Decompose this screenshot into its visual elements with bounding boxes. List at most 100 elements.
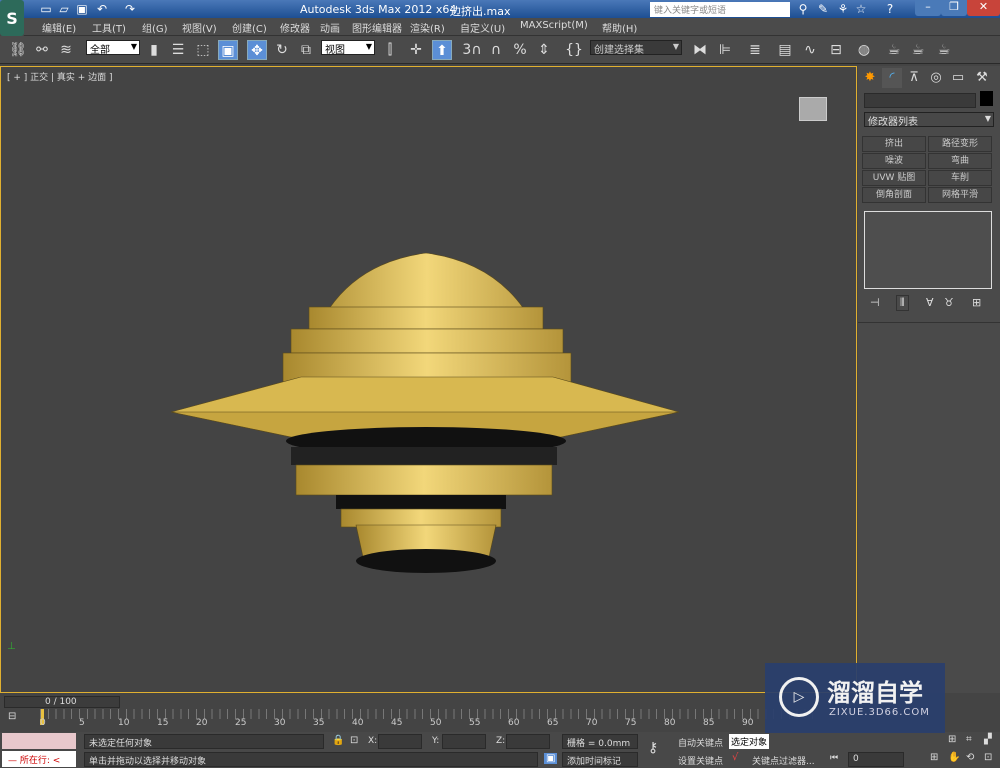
rect-selection-icon[interactable]: ⬚	[193, 40, 213, 60]
rendered-frame-icon[interactable]: ☕	[908, 40, 928, 60]
new-file-icon[interactable]: ▭	[38, 2, 54, 16]
menu-rendering[interactable]: 渲染(R)	[410, 20, 445, 35]
menu-modifiers[interactable]: 修改器	[280, 20, 310, 35]
reference-coord-dropdown[interactable]: 视图	[321, 40, 375, 56]
make-unique-icon[interactable]: ∀	[926, 296, 934, 309]
spinner-snap-icon[interactable]: ⇕	[534, 40, 554, 60]
maximize-button[interactable]: ❐	[941, 0, 967, 16]
modifier-list-dropdown[interactable]: 修改器列表	[864, 112, 994, 128]
remove-modifier-icon[interactable]: ♉	[944, 296, 954, 309]
selection-filter-dropdown[interactable]: 全部	[86, 40, 140, 56]
material-editor-icon[interactable]: ◍	[854, 40, 874, 60]
set-key-icon[interactable]: √	[732, 752, 738, 763]
named-selection-dropdown[interactable]: 创建选择集	[590, 40, 682, 56]
menu-create[interactable]: 创建(C)	[232, 20, 267, 35]
pivot-center-icon[interactable]: ⫿	[380, 40, 400, 60]
menu-animation[interactable]: 动画	[320, 20, 340, 35]
window-crossing-icon[interactable]: ▣	[218, 40, 238, 60]
menu-customize[interactable]: 自定义(U)	[460, 20, 505, 35]
modifier-noise-button[interactable]: 噪波	[862, 153, 926, 169]
object-color-swatch[interactable]	[980, 91, 993, 106]
modifier-bevel-profile-button[interactable]: 倒角剖面	[862, 187, 926, 203]
search-input[interactable]: 键入关键字或短语	[650, 2, 790, 17]
hierarchy-tab-icon[interactable]: ⊼	[904, 68, 924, 88]
modifier-stack[interactable]	[864, 211, 992, 289]
curve-editor-toggle-icon[interactable]: ⊟	[8, 711, 16, 722]
create-tab-icon[interactable]: ✸	[860, 68, 880, 88]
select-object-icon[interactable]: ▮	[144, 40, 164, 60]
modifier-extrude-button[interactable]: 挤出	[862, 136, 926, 152]
time-config-icon[interactable]: ⊞	[930, 752, 938, 763]
render-icon[interactable]: ☕	[934, 40, 954, 60]
menu-maxscript[interactable]: MAXScript(M)	[520, 20, 588, 31]
edit-named-selection-icon[interactable]: {}	[564, 40, 584, 60]
key-filters-button[interactable]: 关键点过滤器...	[752, 754, 815, 767]
percent-snap-icon[interactable]: %	[510, 40, 530, 60]
configure-sets-icon[interactable]: ⊞	[972, 296, 981, 309]
display-tab-icon[interactable]: ▭	[948, 68, 968, 88]
y-coordinate-input[interactable]	[442, 734, 486, 749]
move-icon[interactable]: ✥	[247, 40, 267, 60]
auto-key-button[interactable]: 自动关键点	[678, 736, 723, 749]
wrench-icon[interactable]: ✎	[815, 2, 831, 16]
schematic-view-icon[interactable]: ⊟	[826, 40, 846, 60]
menu-help[interactable]: 帮助(H)	[602, 20, 637, 35]
modifier-uvw-map-button[interactable]: UVW 贴图	[862, 170, 926, 186]
show-end-result-icon[interactable]: ⫴	[896, 295, 909, 311]
orbit-icon[interactable]: ⟲	[966, 752, 974, 763]
graphite-icon[interactable]: ▤	[775, 40, 795, 60]
menu-views[interactable]: 视图(V)	[182, 20, 217, 35]
satellite-icon[interactable]: ⚘	[835, 2, 851, 16]
render-setup-icon[interactable]: ☕	[884, 40, 904, 60]
link-icon[interactable]: ⛓	[8, 40, 28, 60]
layer-manager-icon[interactable]: ≣	[745, 40, 765, 60]
modifier-path-deform-button[interactable]: 路径变形	[928, 136, 992, 152]
modifier-bend-button[interactable]: 弯曲	[928, 153, 992, 169]
modifier-meshsmooth-button[interactable]: 网格平滑	[928, 187, 992, 203]
absolute-mode-icon[interactable]: ⊡	[350, 735, 358, 746]
menu-tools[interactable]: 工具(T)	[92, 20, 126, 35]
key-mode-dropdown[interactable]: 选定对象	[729, 734, 769, 749]
ufo-object[interactable]	[1, 67, 858, 694]
time-tag-icon[interactable]: ▣	[544, 753, 558, 764]
set-key-button[interactable]: 设置关键点	[678, 754, 723, 767]
add-time-tag[interactable]: 添加时间标记	[562, 752, 638, 767]
align-icon[interactable]: ⊫	[715, 40, 735, 60]
maximize-viewport-icon[interactable]: ⊡	[984, 752, 992, 763]
modifier-lathe-button[interactable]: 车削	[928, 170, 992, 186]
help-icon[interactable]: ?	[882, 2, 898, 16]
zoom-extents-icon[interactable]: ⌗	[966, 734, 972, 745]
scale-icon[interactable]: ⧉	[296, 40, 316, 60]
curve-editor-icon[interactable]: ∿	[800, 40, 820, 60]
zoom-all-icon[interactable]: ⊞	[948, 734, 956, 745]
rotate-icon[interactable]: ↻	[272, 40, 292, 60]
binoculars-icon[interactable]: ⚲	[795, 2, 811, 16]
pin-stack-icon[interactable]: ⊣	[870, 296, 880, 309]
z-coordinate-input[interactable]	[506, 734, 550, 749]
menu-graph-editors[interactable]: 图形编辑器	[352, 20, 402, 35]
lock-icon[interactable]: 🔒	[332, 735, 344, 746]
unlink-icon[interactable]: ⚯	[32, 40, 52, 60]
object-name-input[interactable]	[864, 93, 976, 108]
redo-icon[interactable]: ↷	[122, 2, 138, 16]
current-frame-input[interactable]: 0	[848, 752, 904, 767]
close-button[interactable]: ✕	[967, 0, 1000, 16]
snap-3d-icon[interactable]: 3∩	[462, 40, 482, 60]
running-line[interactable]: — 所在行: <	[2, 751, 76, 767]
star-icon[interactable]: ☆	[853, 2, 869, 16]
angle-snap-icon[interactable]: ∩	[486, 40, 506, 60]
time-slider[interactable]: 0 / 100	[4, 696, 120, 708]
minimize-button[interactable]: –	[915, 0, 941, 16]
pan-icon[interactable]: ✋	[948, 752, 960, 763]
menu-edit[interactable]: 编辑(E)	[42, 20, 76, 35]
keyboard-shortcut-icon[interactable]: ⬆	[432, 40, 452, 60]
undo-icon[interactable]: ↶	[94, 2, 110, 16]
viewport-front[interactable]: [ + ] 正交 | 真实 + 边面 ] ⊥	[0, 66, 857, 693]
key-icon[interactable]: ⚷	[648, 740, 658, 756]
save-icon[interactable]: ▣	[74, 2, 90, 16]
mirror-icon[interactable]: ⧓	[690, 40, 710, 60]
motion-tab-icon[interactable]: ◎	[926, 68, 946, 88]
bind-space-warp-icon[interactable]: ≋	[56, 40, 76, 60]
open-file-icon[interactable]: ▱	[56, 2, 72, 16]
x-coordinate-input[interactable]	[378, 734, 422, 749]
